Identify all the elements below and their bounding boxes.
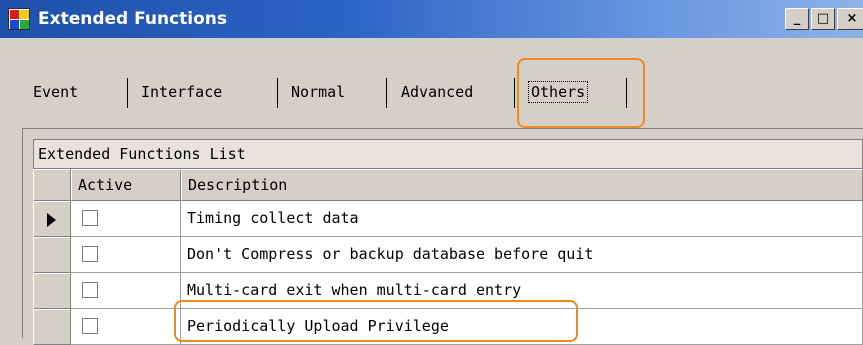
column-header-active[interactable]: Active bbox=[71, 169, 181, 201]
active-checkbox[interactable] bbox=[82, 282, 98, 298]
app-icon bbox=[8, 8, 30, 30]
active-checkbox[interactable] bbox=[82, 246, 98, 262]
table-row[interactable]: Don't Compress or backup database before… bbox=[33, 237, 863, 273]
table-row[interactable]: Periodically Upload Privilege bbox=[33, 309, 863, 345]
active-checkbox[interactable] bbox=[82, 210, 98, 226]
active-cell[interactable] bbox=[71, 309, 181, 345]
minimize-button[interactable]: _ bbox=[785, 8, 809, 30]
row-selector[interactable] bbox=[33, 237, 71, 273]
active-cell[interactable] bbox=[71, 201, 181, 237]
row-selector[interactable] bbox=[33, 273, 71, 309]
grid-caption: Extended Functions List bbox=[33, 139, 863, 169]
close-button[interactable]: × bbox=[837, 8, 863, 30]
table-row[interactable]: Timing collect data bbox=[33, 201, 863, 237]
tab-others[interactable]: Others bbox=[528, 76, 589, 108]
description-cell[interactable]: Periodically Upload Privilege bbox=[181, 309, 863, 345]
active-cell[interactable] bbox=[71, 273, 181, 309]
tab-others-label: Others bbox=[528, 81, 589, 103]
tab-divider bbox=[127, 78, 128, 108]
window-title: Extended Functions bbox=[38, 9, 228, 29]
row-selector[interactable] bbox=[33, 309, 71, 345]
current-row-arrow-icon bbox=[47, 213, 56, 227]
tab-interface[interactable]: Interface bbox=[141, 76, 222, 108]
tab-normal[interactable]: Normal bbox=[291, 76, 345, 108]
grid-header: Active Description bbox=[33, 169, 863, 201]
description-cell[interactable]: Timing collect data bbox=[181, 201, 863, 237]
tab-divider bbox=[626, 78, 627, 108]
tab-advanced[interactable]: Advanced bbox=[401, 76, 473, 108]
table-row[interactable]: Multi-card exit when multi-card entry bbox=[33, 273, 863, 309]
description-cell[interactable]: Don't Compress or backup database before… bbox=[181, 237, 863, 273]
extended-functions-window: Extended Functions _ □ × Event Interface… bbox=[0, 0, 863, 345]
tab-divider bbox=[514, 78, 515, 108]
tab-divider bbox=[277, 78, 278, 108]
maximize-button[interactable]: □ bbox=[811, 8, 835, 30]
row-selector[interactable] bbox=[33, 201, 71, 237]
active-cell[interactable] bbox=[71, 237, 181, 273]
tab-divider bbox=[386, 78, 387, 108]
description-cell[interactable]: Multi-card exit when multi-card entry bbox=[181, 273, 863, 309]
row-header-corner bbox=[33, 169, 71, 201]
column-header-description[interactable]: Description bbox=[181, 169, 863, 201]
tab-event[interactable]: Event bbox=[33, 76, 78, 108]
title-bar[interactable]: Extended Functions _ □ × bbox=[0, 0, 863, 38]
active-checkbox[interactable] bbox=[82, 318, 98, 334]
